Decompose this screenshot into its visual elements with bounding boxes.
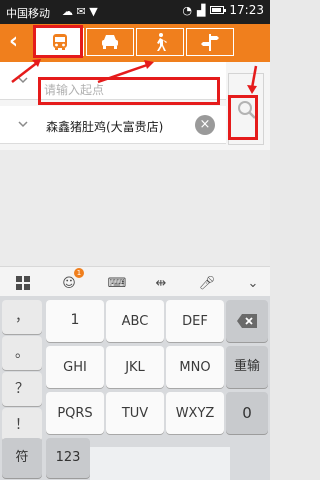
map-content-area <box>0 150 270 266</box>
chevron-down-icon[interactable] <box>18 119 28 129</box>
car-icon <box>102 35 118 49</box>
key-5[interactable]: JKL <box>106 346 164 388</box>
cursor-move-icon[interactable]: ⇹ <box>150 274 172 292</box>
clock: 17:23 <box>229 3 264 17</box>
key-6[interactable]: MNO <box>166 346 224 388</box>
microphone-icon[interactable]: 🎤︎ <box>196 274 218 292</box>
carrier-label: 中国移动 <box>6 7 50 20</box>
backspace-icon <box>237 314 257 328</box>
signpost-mode-tab[interactable] <box>186 28 234 56</box>
delete-button[interactable] <box>226 300 268 342</box>
chevron-down-icon[interactable]: ⌄ <box>242 274 264 292</box>
key-2[interactable]: ABC <box>106 300 164 342</box>
annotation-arrow <box>97 60 154 84</box>
signpost-icon <box>201 34 219 51</box>
numeric-key[interactable]: 123 <box>46 438 90 478</box>
car-mode-tab[interactable] <box>86 28 134 56</box>
notification-badge: 1 <box>74 268 84 278</box>
key-8[interactable]: TUV <box>106 392 164 434</box>
key-period[interactable]: 。 <box>2 336 42 370</box>
key-question[interactable]: ？ <box>2 372 42 406</box>
annotation-arrow <box>11 59 41 83</box>
menu-grid-icon[interactable] <box>12 274 34 292</box>
symbol-key[interactable]: 符 <box>2 438 42 478</box>
back-button[interactable]: ‹ <box>9 29 18 54</box>
highlight-search-button <box>228 95 258 140</box>
key-3[interactable]: DEF <box>166 300 224 342</box>
key-4[interactable]: GHI <box>46 346 104 388</box>
keyboard-icon[interactable]: ⌨ <box>106 274 128 292</box>
annotation-arrow <box>247 65 258 94</box>
clear-icon[interactable]: × <box>195 115 215 135</box>
notification-icons: ☁ ✉ ▼ <box>62 5 98 18</box>
end-location-field[interactable]: 森鑫猪肚鸡(大富贵店) <box>46 118 163 135</box>
wifi-icon: ◔ <box>182 3 192 17</box>
walk-icon <box>157 33 167 51</box>
key-1[interactable]: 1 <box>46 300 104 342</box>
status-bar: 中国移动 ☁ ✉ ▼ ◔ ▟ 17:23 <box>0 0 270 24</box>
key-7[interactable]: PQRS <box>46 392 104 434</box>
keyboard-toolbar: ☺ ⌨ ⇹ 🎤︎ ⌄ <box>0 266 270 296</box>
highlight-bus-mode <box>33 25 83 58</box>
end-row: 森鑫猪肚鸡(大富贵店) × <box>0 106 226 144</box>
key-comma[interactable]: ， <box>2 300 42 334</box>
obscured-area <box>90 447 230 480</box>
walk-mode-tab[interactable] <box>136 28 184 56</box>
reenter-button[interactable]: 重输 <box>226 346 268 388</box>
signal-icon: ▟ <box>196 3 206 17</box>
status-indicators: ◔ ▟ 17:23 <box>182 3 264 17</box>
key-9[interactable]: WXYZ <box>166 392 224 434</box>
key-exclaim[interactable]: ！ <box>2 408 42 442</box>
battery-icon <box>210 6 227 14</box>
key-0[interactable]: 0 <box>226 392 268 434</box>
